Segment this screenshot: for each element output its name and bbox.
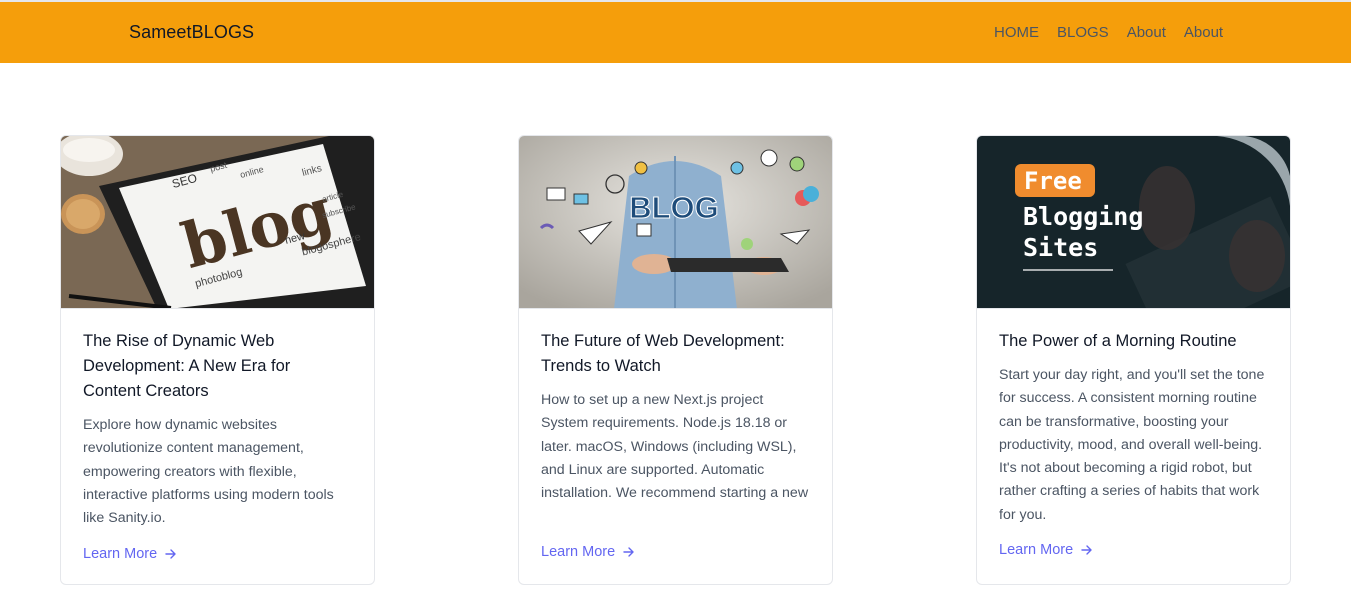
card-title[interactable]: The Power of a Morning Routine [999, 329, 1268, 354]
card-excerpt: Explore how dynamic websites revolutioni… [83, 417, 334, 527]
free-blogging-sites-image[interactable]: Free Blogging Sites [977, 136, 1290, 309]
learn-more-label: Learn More [541, 544, 616, 560]
blog-word-cloud-tablet-image[interactable]: blog SEO photoblog blogosphere new onlin… [61, 136, 374, 309]
image-word: Free [1024, 167, 1082, 195]
card-title[interactable]: The Rise of Dynamic Web Development: A N… [83, 329, 352, 404]
arrow-right-icon [1081, 545, 1092, 555]
learn-more-label: Learn More [999, 542, 1074, 558]
nav-blogs[interactable]: BLOGS [1057, 24, 1109, 41]
site-logo[interactable]: SameetBLOGS [129, 22, 254, 43]
site-header: SameetBLOGS HOME BLOGS About About [0, 2, 1351, 63]
main-nav: HOME BLOGS About About [994, 24, 1223, 41]
arrow-right-icon [165, 549, 176, 559]
card-excerpt: Start your day right, and you'll set the… [999, 367, 1265, 523]
card-title[interactable]: The Future of Web Development: Trends to… [541, 329, 810, 379]
nav-about-2[interactable]: About [1184, 24, 1223, 41]
nav-home[interactable]: HOME [994, 24, 1039, 41]
blog-card: blog SEO photoblog blogosphere new onlin… [60, 135, 375, 585]
learn-more-link[interactable]: Learn More [541, 544, 635, 560]
nav-about[interactable]: About [1127, 24, 1166, 41]
image-word: Sites [1023, 233, 1098, 262]
blog-card: BLOG The Future of Web Development: Tren… [518, 135, 833, 585]
image-word: Blogging [1023, 202, 1143, 231]
learn-more-link[interactable]: Learn More [83, 546, 177, 562]
card-excerpt: How to set up a new Next.js project Syst… [541, 392, 809, 502]
blog-card: Free Blogging Sites The Power of a Morni… [976, 135, 1291, 585]
image-word: BLOG [629, 190, 719, 225]
man-holding-tablet-blog-image[interactable]: BLOG [519, 136, 832, 309]
learn-more-label: Learn More [83, 546, 158, 562]
arrow-right-icon [623, 547, 634, 557]
learn-more-link[interactable]: Learn More [999, 542, 1093, 558]
